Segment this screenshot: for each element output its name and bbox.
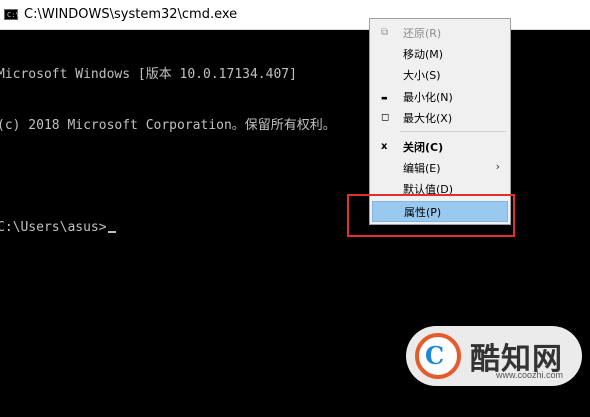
chevron-right-icon: › <box>495 160 500 173</box>
highlight-annotation-box <box>347 194 515 237</box>
menu-item-label: 大小(S) <box>403 69 441 82</box>
menu-item-maximize[interactable]: ◻ 最大化(X) <box>370 107 510 128</box>
menu-item-label: 最小化(N) <box>403 91 453 104</box>
menu-item-size[interactable]: 大小(S) <box>370 64 510 85</box>
menu-separator <box>400 131 506 132</box>
close-icon: x <box>381 141 388 152</box>
menu-item-edit[interactable]: 编辑(E) › <box>370 157 510 178</box>
console-icon[interactable]: C:\ <box>4 9 20 20</box>
menu-item-move[interactable]: 移动(M) <box>370 43 510 64</box>
maximize-icon: ◻ <box>381 112 390 123</box>
menu-item-label: 最大化(X) <box>403 112 453 125</box>
window-title: C:\WINDOWS\system32\cmd.exe <box>24 7 238 22</box>
console-prompt: C:\Users\asus> <box>0 220 107 235</box>
menu-item-label: 移动(M) <box>403 48 444 61</box>
watermark-logo-icon: C <box>415 333 461 379</box>
menu-item-label: 关闭(C) <box>403 141 444 154</box>
minimize-icon: ▬ <box>381 94 388 102</box>
menu-item-restore[interactable]: ⧉ 还原(R) <box>370 22 510 43</box>
watermark-url: www.coozhi.com <box>496 370 564 380</box>
menu-item-close[interactable]: x 关闭(C) <box>370 136 510 157</box>
menu-item-label: 还原(R) <box>403 27 442 40</box>
restore-icon: ⧉ <box>381 27 389 38</box>
menu-item-label: 编辑(E) <box>403 162 441 175</box>
watermark: C 酷知网 www.coozhi.com <box>406 326 588 392</box>
text-cursor <box>107 231 116 233</box>
menu-item-minimize[interactable]: ▬ 最小化(N) <box>370 86 510 107</box>
